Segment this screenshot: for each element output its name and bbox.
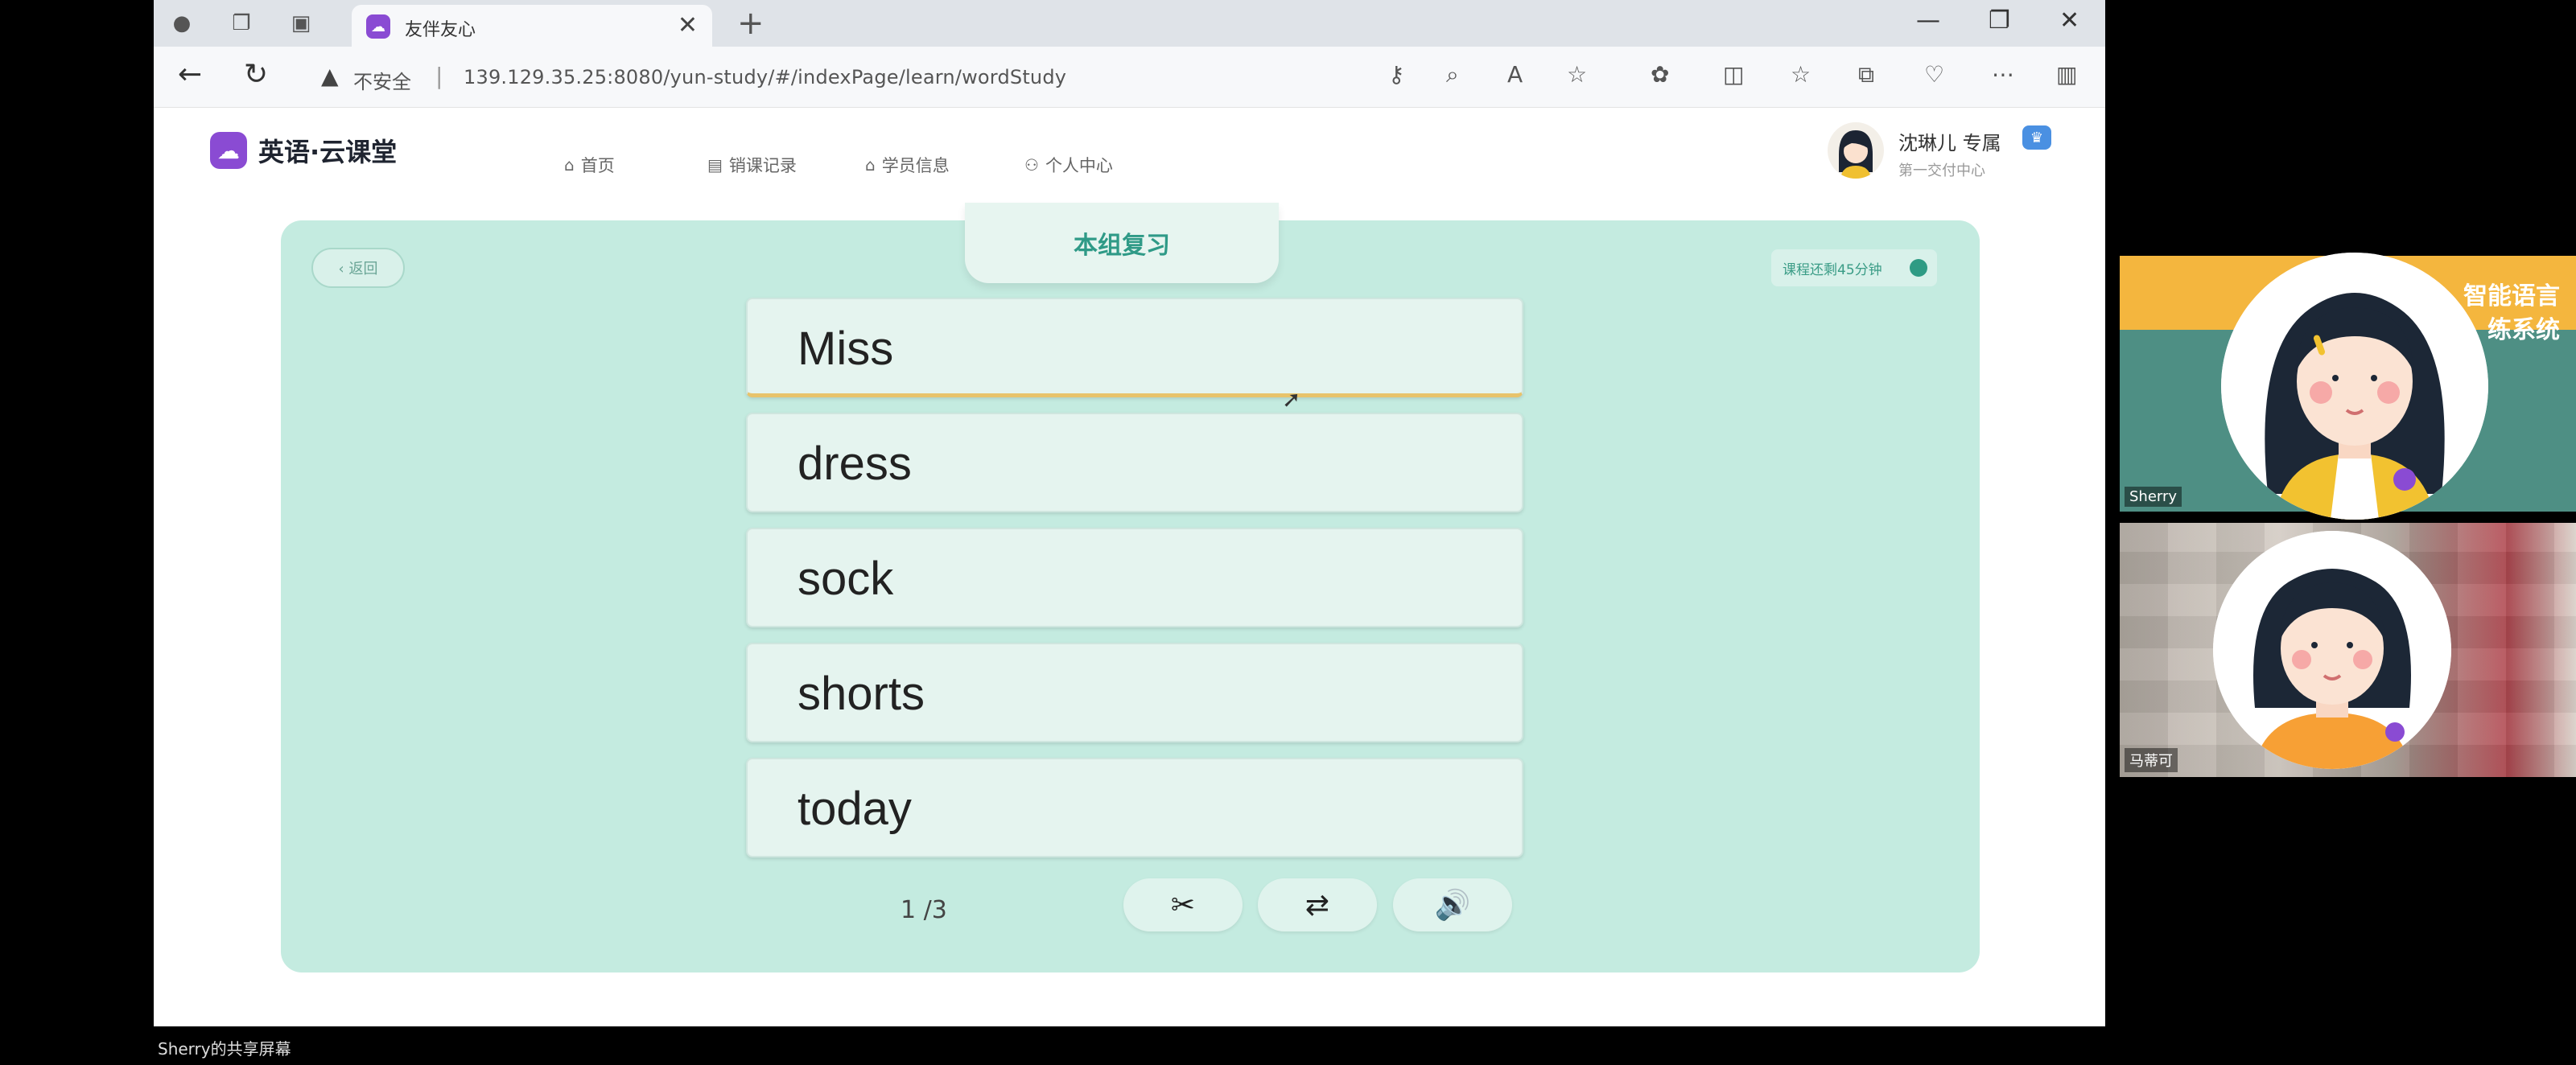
mouse-cursor-icon: ➚ <box>1282 386 1301 413</box>
nav-students[interactable]: ⌂ 学员信息 <box>865 153 950 177</box>
girl-avatar-icon <box>2221 253 2488 520</box>
health-icon[interactable]: ♡ <box>1924 61 1944 88</box>
minimize-icon[interactable]: — <box>1916 6 1940 35</box>
tab-title: 友伴友心 <box>405 20 476 40</box>
cloud-logo-icon: ☁ <box>210 132 247 169</box>
word-text: shorts <box>798 668 925 720</box>
key-icon[interactable]: ⚷ <box>1388 61 1405 88</box>
teacher-avatar-icon <box>1839 130 1873 179</box>
address-bar: ← ↻ ▲ 不安全 | 139.129.35.25:8080/yun-study… <box>154 47 2105 108</box>
logo-text: 英语·云课堂 <box>258 137 398 167</box>
sidebar-icon[interactable]: ▥ <box>2056 61 2077 88</box>
shuffle-button[interactable]: ⇄ <box>1258 878 1377 931</box>
insecure-label: 不安全 <box>353 71 411 93</box>
word-card[interactable]: sock <box>746 528 1523 627</box>
extensions-icon[interactable]: ✿ <box>1651 61 1669 88</box>
word-list: Miss dress sock shorts today <box>746 298 1523 873</box>
split-screen-icon[interactable]: ◫ <box>1723 61 1744 88</box>
restore-icon[interactable]: ❐ <box>1989 6 2010 35</box>
review-card: 本组复习 ‹ 返回 课程还剩45分钟 Miss dress sock short… <box>281 203 1980 972</box>
share-label: Sherry的共享屏幕 <box>158 1039 291 1059</box>
back-button[interactable]: ‹ 返回 <box>311 248 405 288</box>
student-icon: ⌂ <box>865 155 876 175</box>
vip-badge-icon: ♛ <box>2022 125 2051 150</box>
profile-name[interactable]: 沈琳儿 专属 <box>1898 127 2001 155</box>
records-icon: ▤ <box>707 155 723 175</box>
participant-avatar <box>2221 253 2488 520</box>
word-card[interactable]: dress <box>746 413 1523 512</box>
browser-window: ● ❐ ▣ ☁ 友伴友心 ✕ + — ❐ ✕ ← ↻ ▲ 不安全 | 139.1… <box>154 0 2105 1026</box>
window-close-icon[interactable]: ✕ <box>2059 6 2079 35</box>
back-arrow-icon[interactable]: ← <box>178 58 202 91</box>
nav-personal-label: 个人中心 <box>1045 156 1113 175</box>
timer-text: 课程还剩45分钟 <box>1783 261 1882 278</box>
page-indicator: 1 /3 <box>901 896 947 924</box>
collections-icon[interactable]: ⧉ <box>1858 61 1874 88</box>
word-card[interactable]: shorts <box>746 643 1523 742</box>
home-icon: ⌂ <box>564 155 575 175</box>
nav-records[interactable]: ▤ 销课记录 <box>707 153 797 177</box>
nav-home[interactable]: ⌂ 首页 <box>564 153 615 177</box>
profile-sub: 第一交付中心 <box>1898 162 1985 179</box>
participant-name: Sherry <box>2125 487 2182 507</box>
cloud-logo-icon: ☁ <box>366 14 390 39</box>
word-text: Miss <box>798 323 894 375</box>
workspaces-icon[interactable]: ❐ <box>226 8 257 39</box>
user-icon: ⚇ <box>1024 155 1039 175</box>
timer-badge: 课程还剩45分钟 <box>1771 249 1937 286</box>
favorites-icon[interactable]: ☆ <box>1791 61 1811 88</box>
app-logo[interactable]: ☁ 英语·云课堂 <box>210 132 397 169</box>
speaker-icon: 🔊 <box>1434 889 1471 922</box>
girl-avatar-icon <box>2213 531 2451 769</box>
nav-home-label: 首页 <box>580 156 615 175</box>
url-text[interactable]: 139.129.35.25:8080/yun-study/#/indexPage… <box>464 66 1066 88</box>
tab-bar: ● ❐ ▣ ☁ 友伴友心 ✕ + — ❐ ✕ <box>154 0 2105 47</box>
warning-icon: ▲ <box>321 63 339 89</box>
profile-icon[interactable]: ● <box>167 8 197 39</box>
avatar[interactable] <box>1828 122 1884 179</box>
word-text: dress <box>798 438 912 490</box>
card-title: 本组复习 <box>1074 232 1170 260</box>
close-icon[interactable]: ✕ <box>678 11 698 39</box>
favorite-star-icon[interactable]: ☆ <box>1567 61 1587 88</box>
word-card[interactable]: today <box>746 758 1523 857</box>
more-icon[interactable]: ⋯ <box>1992 61 2014 88</box>
scissors-button[interactable]: ✂ <box>1123 878 1243 931</box>
scissors-icon: ✂ <box>1170 888 1196 922</box>
card-title-tab: 本组复习 <box>965 203 1279 283</box>
participant-avatar <box>2213 531 2451 769</box>
tab-active[interactable]: ☁ 友伴友心 ✕ <box>352 5 712 47</box>
screen: ● ❐ ▣ ☁ 友伴友心 ✕ + — ❐ ✕ ← ↻ ▲ 不安全 | 139.1… <box>0 0 2576 1065</box>
word-card[interactable]: Miss <box>746 298 1523 397</box>
shuffle-icon: ⇄ <box>1304 888 1330 922</box>
url-separator: | <box>435 63 443 89</box>
banner-line: 智能语言 <box>2463 282 2560 310</box>
new-tab-icon[interactable]: + <box>737 5 765 42</box>
participant-name: 马蒂可 <box>2125 748 2178 772</box>
nav-students-label: 学员信息 <box>881 156 950 175</box>
clock-icon <box>1910 259 1927 277</box>
nav-records-label: 销课记录 <box>728 156 797 175</box>
zoom-icon[interactable]: ⌕ <box>1446 61 1459 88</box>
word-text: today <box>798 783 912 835</box>
word-text: sock <box>798 553 894 605</box>
tab-actions-icon[interactable]: ▣ <box>286 8 316 39</box>
nav-personal[interactable]: ⚇ 个人中心 <box>1024 153 1113 177</box>
refresh-icon[interactable]: ↻ <box>244 58 268 91</box>
speaker-button[interactable]: 🔊 <box>1393 878 1512 931</box>
web-page: ☁ 英语·云课堂 ⌂ 首页 ▤ 销课记录 ⌂ 学员信息 ⚇ 个人中心 沈琳儿 专… <box>154 108 2105 1026</box>
read-aloud-icon[interactable]: A <box>1507 61 1523 88</box>
